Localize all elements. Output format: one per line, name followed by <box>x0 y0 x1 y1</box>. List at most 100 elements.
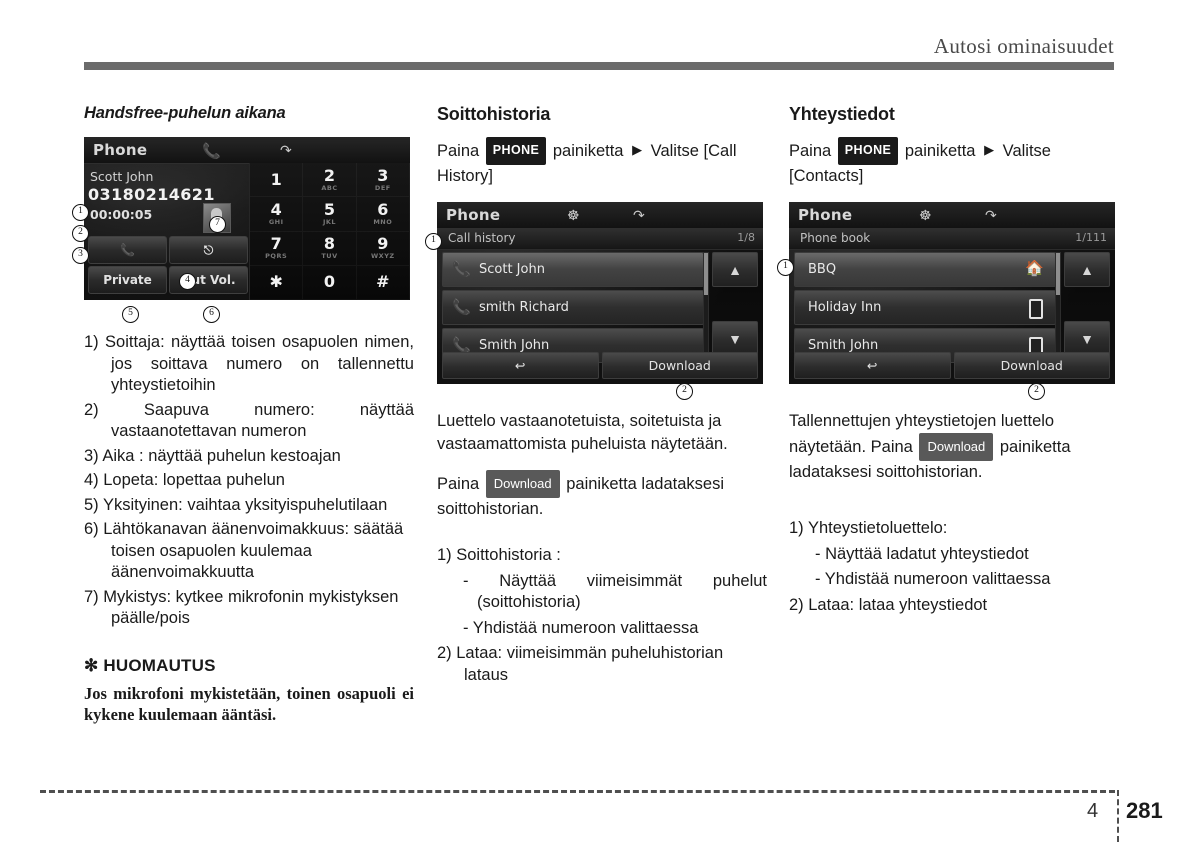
table-row[interactable]: 📞 Scott John <box>442 252 704 287</box>
note-heading: ✻ HUOMAUTUS <box>84 655 216 675</box>
row-label: Scott John <box>479 262 545 277</box>
key-1[interactable]: 1 <box>250 163 304 198</box>
key-3[interactable]: 3 DEF <box>356 163 410 198</box>
caller-number: 03180214621 <box>88 185 215 204</box>
key-2[interactable]: 2 ABC <box>303 163 357 198</box>
table-row[interactable]: 📞 smith Richard <box>442 290 704 325</box>
key-digit: 4 <box>270 199 282 219</box>
right-paragraph: Tallennettujen yhteystietojen luettelo n… <box>789 410 1119 484</box>
back-button[interactable]: ↩ <box>442 352 599 379</box>
download-button[interactable]: Download <box>601 352 758 379</box>
key-star[interactable]: ✱ <box>250 265 304 300</box>
key-letters: GHI <box>268 217 284 226</box>
footer-vertical-rule <box>1117 790 1119 842</box>
list-item: - Näyttää ladatut yhteystiedot <box>815 544 1029 563</box>
callout-1: 1 <box>777 259 794 276</box>
key-hash[interactable]: # <box>356 265 410 300</box>
private-button[interactable]: Private <box>88 266 167 294</box>
list-header: Phone book 1/111 <box>789 228 1115 250</box>
callout-6: 6 <box>203 306 220 323</box>
key-5[interactable]: 5 JKL <box>303 197 357 232</box>
scroll-up-icon[interactable]: ▲ <box>1064 252 1110 287</box>
para2-before: Paina <box>437 475 480 493</box>
right-item-list: 1) Yhteystietoluettelo: <box>789 518 1119 540</box>
scroll-down-icon[interactable]: ▼ <box>1064 321 1110 356</box>
device-title: Phone <box>798 206 853 224</box>
page-title: Autosi ominaisuudet <box>933 34 1114 58</box>
table-row[interactable]: Holiday Inn <box>794 290 1056 325</box>
bluetooth-icon: ☸ <box>919 207 932 223</box>
device-bottom-bar: ↩ Download <box>794 352 1110 379</box>
page-number: 281 <box>1126 798 1163 823</box>
header-rule <box>84 62 1114 70</box>
list-item: - Yhdistää numeroon valittaessa <box>815 570 1051 588</box>
callout-5: 5 <box>122 306 139 323</box>
left-heading: Handsfree-puhelun aikana <box>84 104 286 122</box>
key-digit: 7 <box>270 234 282 254</box>
device-call-history-screen[interactable]: Phone ☸ ↷ Call history 1/8 📞 Scott John … <box>437 202 763 384</box>
callout-2: 2 <box>676 383 693 400</box>
device-title: Phone <box>446 206 501 224</box>
device-phonebook-screen[interactable]: Phone ☸ ↷ Phone book 1/111 BBQ 🏠 Holiday… <box>789 202 1115 384</box>
key-digit: 3 <box>377 165 389 185</box>
middle-lead: Paina PHONE painiketta ▶ Valitse [Call H… <box>437 137 767 188</box>
middle-item-list: 1) Soittohistoria : <box>437 545 767 567</box>
download-button[interactable]: Download <box>953 352 1110 379</box>
key-digit: # <box>376 272 390 292</box>
scrollbar-thumb[interactable] <box>704 253 708 295</box>
keypad[interactable]: 1 2 ABC 3 DEF 4 GHI 5 JKL 6 MNO 7 PQRS 8 TUV 9W… <box>249 163 410 300</box>
back-button[interactable]: ↩ <box>794 352 951 379</box>
middle-item-list-2: 2) Lataa: viimeisimmän puheluhistorian l… <box>437 643 767 686</box>
call-history-list: 📞 Scott John 📞 smith Richard 📞 Smith Joh… <box>442 252 704 366</box>
list-item: - Näyttää viimeisimmät puhelut (soittohi… <box>463 571 767 612</box>
end-call-button[interactable]: ⎋ <box>169 236 248 264</box>
key-7[interactable]: 7 PQRS <box>250 231 304 266</box>
callout-1: 1 <box>425 233 442 250</box>
scrollbar-track[interactable] <box>703 252 709 359</box>
right-item-list-2: 2) Lataa: lataa yhteystiedot <box>789 595 1119 617</box>
list-item: 7) Mykistys: kytkee mikrofonin mykistyks… <box>84 587 399 628</box>
arrow-icon: ▶ <box>984 142 995 157</box>
key-0[interactable]: 0 <box>303 265 357 300</box>
left-item-list: 1) Soittaja: näyttää toisen osapuolen ni… <box>84 332 414 630</box>
key-8[interactable]: 8 TUV <box>303 231 357 266</box>
scrollbar-track[interactable] <box>1055 252 1061 359</box>
row-label: BBQ <box>808 262 837 277</box>
caller-name: Scott John <box>90 169 154 184</box>
list-title: Call history <box>448 231 516 245</box>
list-item: 2) Saapuva numero: näyttää vastaanotetta… <box>84 400 414 441</box>
middle-sub-list: - Näyttää viimeisimmät puhelut (soittohi… <box>437 571 767 640</box>
usb-icon: ↷ <box>280 142 292 158</box>
key-9[interactable]: 9 WXYZ <box>356 231 410 266</box>
callout-2: 2 <box>72 225 89 242</box>
list-count: 1/111 <box>1075 231 1107 244</box>
list-item: - Yhdistää numeroon valittaessa <box>463 618 699 637</box>
usb-icon: ↷ <box>633 207 645 223</box>
table-row[interactable]: BBQ 🏠 <box>794 252 1056 287</box>
home-icon: 🏠 <box>1025 260 1044 277</box>
list-header: Call history 1/8 <box>437 228 763 250</box>
mobile-icon <box>1025 297 1043 319</box>
key-6[interactable]: 6 MNO <box>356 197 410 232</box>
list-item: 5) Yksityinen: vaihtaa yksityispuhelutil… <box>84 495 388 514</box>
key-letters: ABC <box>321 183 338 192</box>
key-letters: DEF <box>374 183 391 192</box>
download-chip: Download <box>485 470 560 498</box>
middle-heading: Soittohistoria <box>437 104 551 124</box>
list-count: 1/8 <box>737 231 755 244</box>
scroll-down-icon[interactable]: ▼ <box>712 321 758 356</box>
scroll-up-icon[interactable]: ▲ <box>712 252 758 287</box>
right-sub-list: - Näyttää ladatut yhteystiedot - Yhdistä… <box>789 544 1119 591</box>
lead-middle: painiketta <box>904 142 976 160</box>
list-item: 1) Yhteystietoluettelo: <box>789 519 948 537</box>
answer-button[interactable]: 📞 <box>88 236 167 264</box>
scrollbar-thumb[interactable] <box>1056 253 1060 295</box>
key-digit: 2 <box>323 165 336 185</box>
callout-1: 1 <box>72 204 89 221</box>
middle-paragraph-2: Paina Download painiketta ladataksesi so… <box>437 470 767 521</box>
phone-key-chip: PHONE <box>837 137 899 165</box>
device-call-screen[interactable]: Phone 📞 ↷ Scott John 03180214621 00:00:0… <box>84 137 410 300</box>
middle-paragraph-1: Luettelo vastaanotetuista, soitetuista j… <box>437 412 728 453</box>
device-title: Phone <box>93 141 148 159</box>
key-4[interactable]: 4 GHI <box>250 197 304 232</box>
